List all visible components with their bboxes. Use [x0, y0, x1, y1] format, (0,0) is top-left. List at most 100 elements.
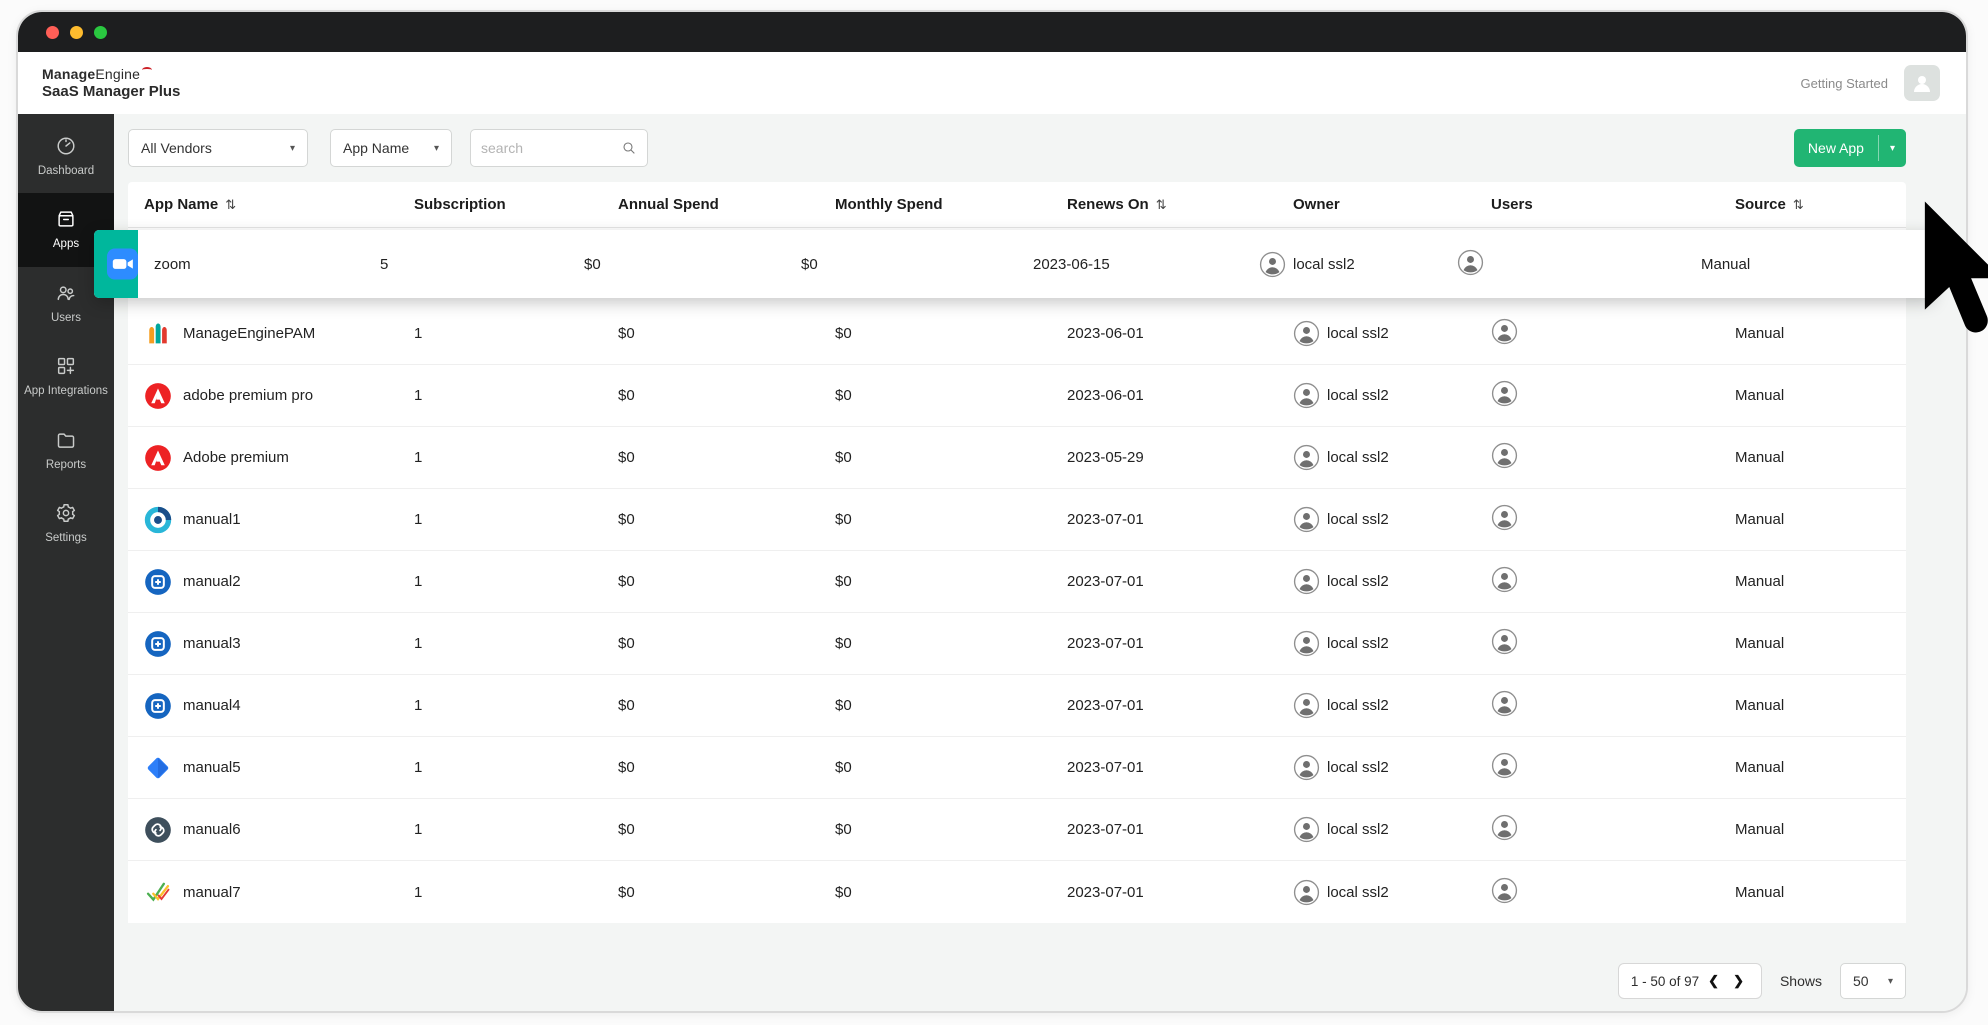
vendor-filter-select[interactable]: All Vendors ▾: [128, 129, 308, 167]
app-name-text: manual4: [183, 697, 241, 714]
table-row[interactable]: manual6 1 $0 $0 2023-07-01 local ssl2 Manual: [128, 799, 1906, 861]
owner-name-text: local ssl2: [1327, 635, 1389, 652]
users-avatar-icon: [1491, 628, 1518, 655]
cell-annual-spend: $0: [618, 325, 635, 342]
cell-owner: local ssl2: [1293, 506, 1491, 533]
cell-users: [1491, 566, 1735, 597]
cell-users: [1491, 814, 1735, 845]
owner-name-text: local ssl2: [1327, 449, 1389, 466]
owner-name-text: local ssl2: [1293, 255, 1355, 273]
cell-owner: local ssl2: [1293, 568, 1491, 595]
apps-icon: [58, 211, 74, 227]
sidebar-item-settings[interactable]: Settings: [18, 487, 114, 560]
cell-monthly-spend: $0: [835, 387, 852, 404]
cell-source: Manual: [1735, 387, 1785, 404]
cell-source: Manual: [1735, 511, 1785, 528]
cell-users: [1491, 628, 1735, 659]
table-row[interactable]: manual4 1 $0 $0 2023-07-01 local ssl2 Manual: [128, 675, 1906, 737]
cell-subscription: 5: [380, 255, 389, 273]
cell-subscription: 1: [414, 449, 423, 466]
users-avatar-icon: [1491, 877, 1518, 904]
field-filter-select[interactable]: App Name ▾: [330, 129, 452, 167]
search-input[interactable]: [481, 140, 621, 156]
app-integrations-icon: [57, 358, 75, 375]
table-row[interactable]: manual3 1 $0 $0 2023-07-01 local ssl2 Manual: [128, 613, 1906, 675]
owner-avatar-icon: [1293, 754, 1320, 781]
fullscreen-window-button[interactable]: [94, 25, 107, 39]
cell-users: [1491, 318, 1735, 349]
table-row[interactable]: Adobe premium 1 $0 $0 2023-05-29 local ssl2 Ma…: [128, 427, 1906, 489]
table-row[interactable]: adobe premium pro 1 $0 $0 2023-06-01 local ss…: [128, 365, 1906, 427]
app-name-text: manual2: [183, 573, 241, 590]
sidebar-item-app-integrations[interactable]: App Integrations: [18, 340, 114, 413]
users-avatar-icon: [1491, 814, 1518, 841]
brand-name: ManageEngine: [42, 66, 180, 82]
cell-users: [1491, 690, 1735, 721]
next-page-button[interactable]: ❯: [1728, 973, 1749, 989]
cell-annual-spend: $0: [618, 821, 635, 838]
sidebar-item-reports[interactable]: Reports: [18, 414, 114, 487]
cell-source: Manual: [1735, 759, 1785, 776]
table-row[interactable]: manual2 1 $0 $0 2023-07-01 local ssl2 Manual: [128, 551, 1906, 613]
person-icon: [1914, 76, 1930, 92]
new-app-button[interactable]: New App ▾: [1793, 129, 1906, 167]
owner-avatar-icon: [1259, 251, 1286, 278]
toolbar: All Vendors ▾ App Name ▾ New App ▾: [128, 128, 1906, 168]
owner-name-text: local ssl2: [1327, 387, 1389, 404]
cell-users: [1491, 380, 1735, 411]
cell-users: [1491, 442, 1735, 473]
cell-monthly-spend: $0: [835, 511, 852, 528]
cell-annual-spend: $0: [618, 573, 635, 590]
sort-icon[interactable]: ⇅: [225, 197, 236, 213]
cell-app-name: ManageEnginePAM: [128, 320, 414, 348]
sort-icon[interactable]: ⇅: [1793, 197, 1804, 213]
owner-name-text: local ssl2: [1327, 883, 1389, 901]
blue-app-icon: [144, 568, 172, 596]
page-size-select[interactable]: 50 ▾: [1840, 963, 1906, 999]
close-window-button[interactable]: [46, 25, 59, 39]
table-row[interactable]: ManageEnginePAM 1 $0 $0 2023-06-01 local ssl2…: [128, 303, 1906, 365]
cell-annual-spend: $0: [584, 255, 601, 273]
users-icon: [57, 286, 75, 300]
table-row[interactable]: manual5 1 $0 $0 2023-07-01 local ssl2 Manual: [128, 737, 1906, 799]
cell-annual-spend: $0: [618, 759, 635, 776]
table-row[interactable]: zoom 5 $0 $0 2023-06-15 local ssl2 Manual: [94, 230, 1934, 298]
cell-source: Manual: [1735, 883, 1785, 901]
table-rows: zoom 5 $0 $0 2023-06-15 local ssl2 Manual Manag…: [94, 230, 1934, 923]
titlebar: [18, 12, 1966, 52]
shows-label: Shows: [1779, 973, 1822, 989]
cell-users: [1491, 877, 1735, 908]
sort-icon[interactable]: ⇅: [1156, 197, 1167, 213]
users-avatar-icon: [1491, 380, 1518, 407]
cell-subscription: 1: [414, 511, 423, 528]
pagination-range: 1 - 50 of 97: [1630, 973, 1700, 989]
users-avatar-icon: [1457, 249, 1484, 276]
table-row[interactable]: manual7 1 $0 $0 2023-07-01 local ssl2 Manual: [128, 861, 1906, 923]
table-row[interactable]: manual1 1 $0 $0 2023-07-01 local ssl2 Manual: [128, 489, 1906, 551]
table-header: App Name ⇅ Subscription Annual Spend Mon…: [128, 182, 1906, 228]
cell-source: Manual: [1735, 635, 1785, 652]
app-header: ManageEngine SaaS Manager Plus Getting S…: [18, 52, 1966, 114]
cell-renews-on: 2023-07-01: [1067, 759, 1144, 776]
minimize-window-button[interactable]: [70, 25, 83, 39]
column-header-renews-on[interactable]: Renews On ⇅: [1067, 196, 1293, 213]
owner-name-text: local ssl2: [1327, 325, 1389, 342]
cell-renews-on: 2023-07-01: [1067, 697, 1144, 714]
cell-app-name: Adobe premium: [128, 444, 414, 472]
sidebar-item-dashboard[interactable]: Dashboard: [18, 120, 114, 193]
column-header-source[interactable]: Source ⇅: [1735, 196, 1906, 213]
profile-avatar[interactable]: [1904, 65, 1940, 101]
owner-avatar-icon: [1293, 444, 1320, 471]
cell-owner: local ssl2: [1293, 692, 1491, 719]
prev-page-button[interactable]: ❮: [1703, 973, 1724, 989]
getting-started-link[interactable]: Getting Started: [1801, 76, 1888, 91]
cell-app-name: manual6: [128, 816, 414, 844]
cell-annual-spend: $0: [618, 511, 635, 528]
cell-owner: local ssl2: [1293, 816, 1491, 843]
cell-source: Manual: [1701, 255, 1751, 273]
app-name-text: manual1: [183, 511, 241, 528]
cell-renews-on: 2023-05-29: [1067, 449, 1144, 466]
cell-renews-on: 2023-06-15: [1033, 255, 1110, 273]
column-header-app-name[interactable]: App Name ⇅: [128, 196, 414, 213]
cell-monthly-spend: $0: [835, 883, 852, 901]
